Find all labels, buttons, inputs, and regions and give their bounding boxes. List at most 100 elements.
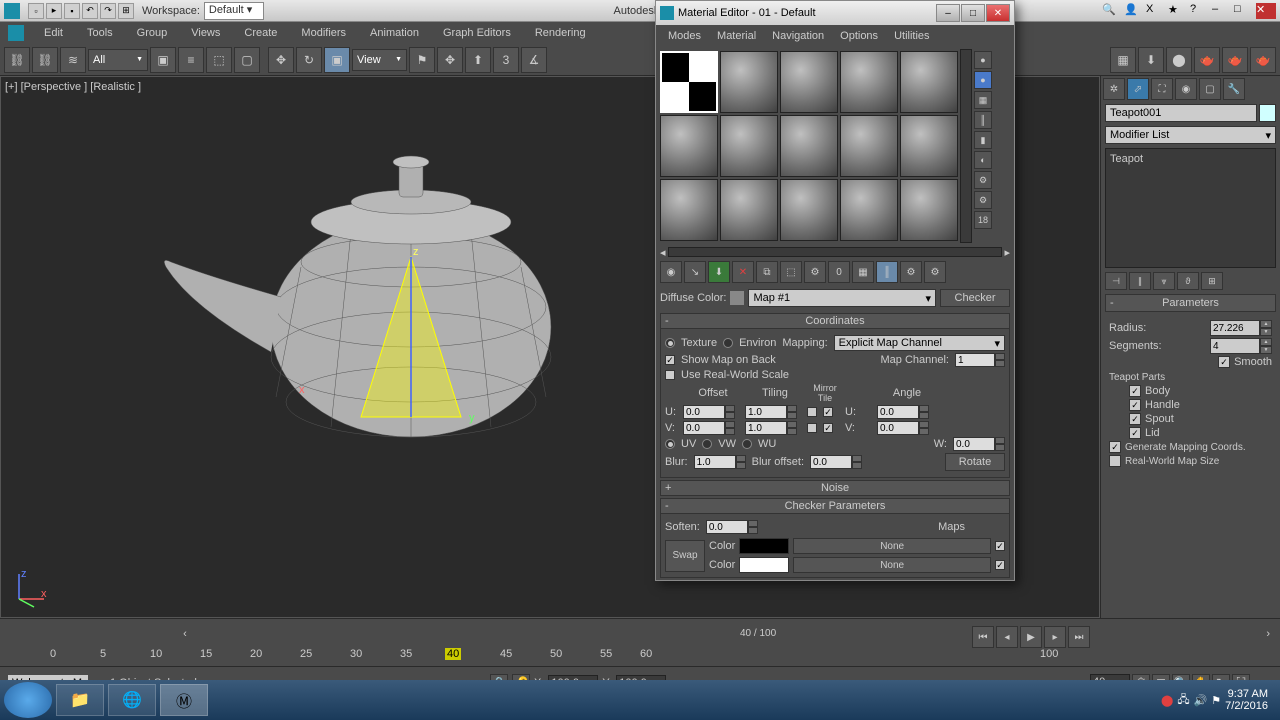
map-channel-input[interactable] xyxy=(955,353,995,367)
workspace-select[interactable]: Default ▾ xyxy=(204,2,264,20)
u-angle-input[interactable] xyxy=(877,405,919,419)
smooth-checkbox[interactable]: ✓ xyxy=(1218,356,1230,368)
v-tile-checkbox[interactable]: ✓ xyxy=(823,423,833,433)
menu-create[interactable]: Create xyxy=(232,22,289,44)
render-prod-icon[interactable]: 🫖 xyxy=(1194,47,1220,73)
mat-menu-material[interactable]: Material xyxy=(709,30,764,42)
remove-mod-icon[interactable]: ϑ xyxy=(1177,272,1199,290)
vw-radio[interactable] xyxy=(702,439,712,449)
w-angle-input[interactable] xyxy=(953,437,995,451)
close-icon[interactable]: ✕ xyxy=(1256,3,1276,19)
selection-filter-combo[interactable]: All▼ xyxy=(88,49,148,71)
minimize-icon[interactable]: – xyxy=(1212,3,1232,19)
v-offset-input[interactable] xyxy=(683,421,725,435)
fav-icon[interactable]: ★ xyxy=(1168,3,1188,19)
pick-mat-icon[interactable] xyxy=(730,291,744,305)
mat-menu-options[interactable]: Options xyxy=(832,30,886,42)
soften-input[interactable] xyxy=(706,520,748,534)
map-name-combo[interactable]: Map #1▾ xyxy=(748,289,936,307)
tray-flag-icon[interactable]: ⚑ xyxy=(1211,694,1221,707)
noise-rollout-header[interactable]: +Noise xyxy=(660,480,1010,496)
menu-tools[interactable]: Tools xyxy=(75,22,125,44)
select-icon[interactable]: ▣ xyxy=(150,47,176,73)
u-tile-checkbox[interactable]: ✓ xyxy=(823,407,833,417)
frame-indicator[interactable]: 40 / 100 xyxy=(740,628,800,639)
menu-rendering[interactable]: Rendering xyxy=(523,22,598,44)
manip-icon[interactable]: ✥ xyxy=(437,47,463,73)
swap-button[interactable]: Swap xyxy=(665,540,705,572)
tray-date[interactable]: 7/2/2016 xyxy=(1225,700,1268,712)
object-name-input[interactable] xyxy=(1105,104,1257,122)
unlink-icon[interactable]: ⛓ xyxy=(32,47,58,73)
map2-slot-button[interactable]: None xyxy=(793,557,991,573)
make-unique-icon[interactable]: ⩔ xyxy=(1153,272,1175,290)
utilities-tab-icon[interactable]: 🔧 xyxy=(1223,78,1245,100)
put-scene-icon[interactable]: ↘ xyxy=(684,261,706,283)
u-mirror-checkbox[interactable] xyxy=(807,407,817,417)
mat-menu-utilities[interactable]: Utilities xyxy=(886,30,937,42)
tray-network-icon[interactable]: 🖧 xyxy=(1177,691,1189,710)
material-slot-11[interactable] xyxy=(660,179,718,241)
parameters-rollout-header[interactable]: -Parameters xyxy=(1105,294,1276,312)
checker-params-rollout-header[interactable]: -Checker Parameters xyxy=(660,498,1010,514)
display-tab-icon[interactable]: ▢ xyxy=(1199,78,1221,100)
select-name-icon[interactable]: ≡ xyxy=(178,47,204,73)
video-check-icon[interactable]: ▮ xyxy=(974,131,992,149)
radius-down[interactable]: ▼ xyxy=(1260,328,1272,336)
new-icon[interactable]: ▫ xyxy=(28,3,44,19)
material-slot-15[interactable] xyxy=(900,179,958,241)
maximize-icon[interactable]: □ xyxy=(1234,3,1254,19)
sample-uv-icon[interactable]: ║ xyxy=(974,111,992,129)
explorer-taskbar-icon[interactable]: 📁 xyxy=(56,684,104,716)
map1-slot-button[interactable]: None xyxy=(793,538,991,554)
segments-input[interactable] xyxy=(1210,338,1260,354)
spout-checkbox[interactable]: ✓ xyxy=(1129,413,1141,425)
move-icon[interactable]: ✥ xyxy=(268,47,294,73)
color2-swatch[interactable] xyxy=(739,557,789,573)
sample-scrollbar-v[interactable] xyxy=(960,49,972,243)
bind-icon[interactable]: ≋ xyxy=(60,47,86,73)
blur-offset-input[interactable] xyxy=(810,455,852,469)
modifier-stack[interactable]: Teapot xyxy=(1105,148,1276,268)
material-slot-14[interactable] xyxy=(840,179,898,241)
save-icon[interactable]: ▪ xyxy=(64,3,80,19)
create-tab-icon[interactable]: ✲ xyxy=(1103,78,1125,100)
mat-menu-modes[interactable]: Modes xyxy=(660,30,709,42)
start-button[interactable] xyxy=(4,682,52,718)
config-sets-icon[interactable]: ⊞ xyxy=(1201,272,1223,290)
lid-checkbox[interactable]: ✓ xyxy=(1129,427,1141,439)
go-parent-icon[interactable]: ⚙ xyxy=(900,261,922,283)
map1-checkbox[interactable]: ✓ xyxy=(995,541,1005,551)
make-unique-mat-icon[interactable]: ⬚ xyxy=(780,261,802,283)
environ-radio[interactable] xyxy=(723,338,733,348)
show-end-result-icon[interactable]: ║ xyxy=(876,261,898,283)
key-icon[interactable]: ⬆ xyxy=(465,47,491,73)
material-slot-8[interactable] xyxy=(780,115,838,177)
pin-stack-icon[interactable]: ⊣ xyxy=(1105,272,1127,290)
backlight-icon[interactable]: ● xyxy=(974,71,992,89)
show-map-viewport-icon[interactable]: ▦ xyxy=(852,261,874,283)
mat-id-icon[interactable]: 18 xyxy=(974,211,992,229)
next-frame-icon[interactable]: ▸ xyxy=(1044,626,1066,648)
hierarchy-tab-icon[interactable]: ⛶ xyxy=(1151,78,1173,100)
reset-map-icon[interactable]: ✕ xyxy=(732,261,754,283)
v-mirror-checkbox[interactable] xyxy=(807,423,817,433)
mat-editor-icon[interactable]: ⬤ xyxy=(1166,47,1192,73)
material-slot-5[interactable] xyxy=(900,51,958,113)
play-icon[interactable]: ▶ xyxy=(1020,626,1042,648)
color1-swatch[interactable] xyxy=(739,538,789,554)
open-icon[interactable]: ▸ xyxy=(46,3,62,19)
prev-frame-icon[interactable]: ◂ xyxy=(996,626,1018,648)
mat-minimize-button[interactable]: – xyxy=(936,4,960,22)
menu-group[interactable]: Group xyxy=(125,22,180,44)
uv-radio[interactable] xyxy=(665,439,675,449)
make-preview-icon[interactable]: ◐ xyxy=(974,151,992,169)
undo-icon[interactable]: ↶ xyxy=(82,3,98,19)
scale-icon[interactable]: ▣ xyxy=(324,47,350,73)
blur-input[interactable] xyxy=(694,455,736,469)
material-slot-9[interactable] xyxy=(840,115,898,177)
object-color-swatch[interactable] xyxy=(1259,104,1276,122)
background-icon[interactable]: ▦ xyxy=(974,91,992,109)
genmap-checkbox[interactable]: ✓ xyxy=(1109,441,1121,453)
map2-checkbox[interactable]: ✓ xyxy=(995,560,1005,570)
